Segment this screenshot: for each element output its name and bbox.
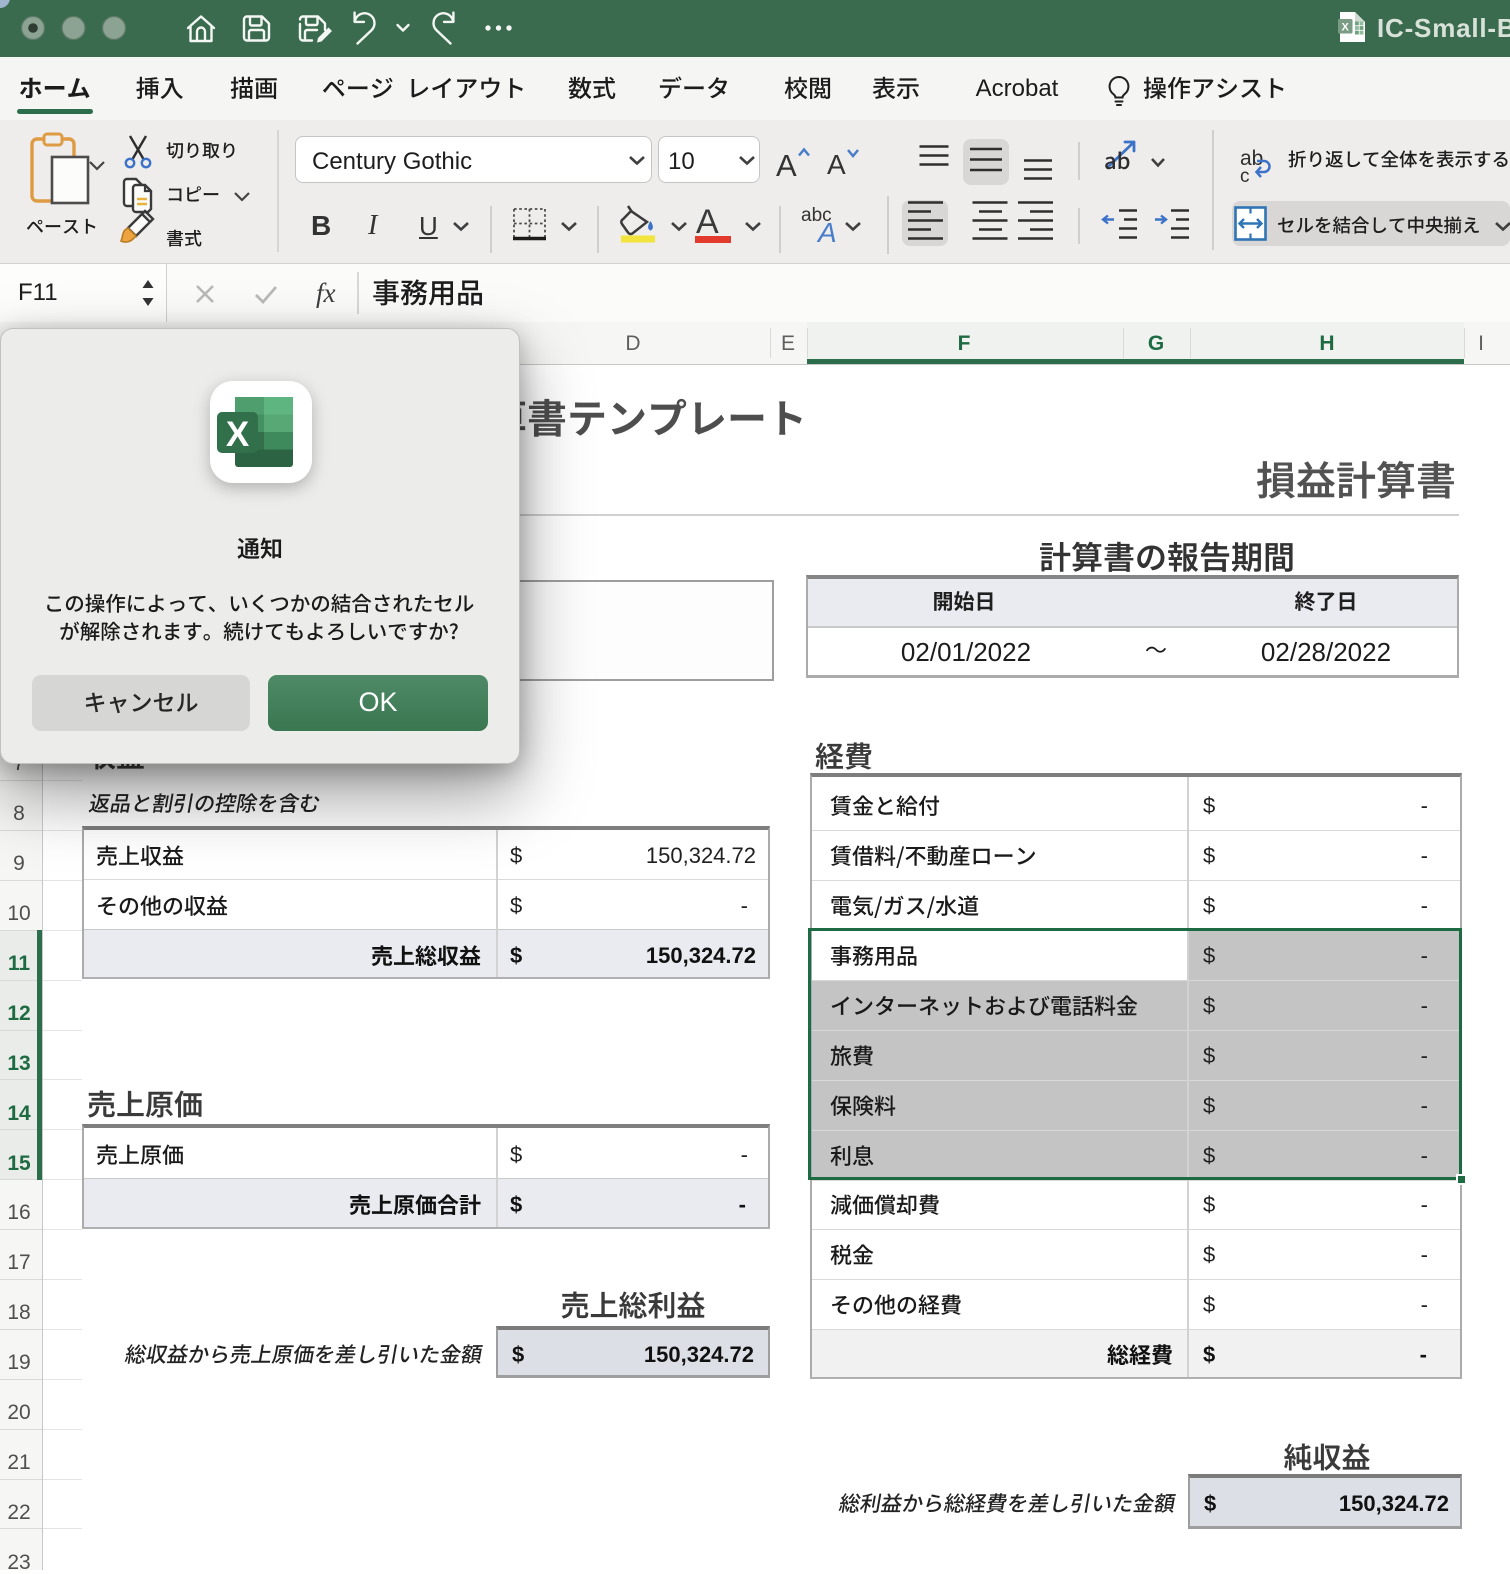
svg-text:X: X	[226, 415, 250, 454]
svg-text:X: X	[1342, 22, 1350, 34]
svg-text:c: c	[1240, 166, 1250, 187]
